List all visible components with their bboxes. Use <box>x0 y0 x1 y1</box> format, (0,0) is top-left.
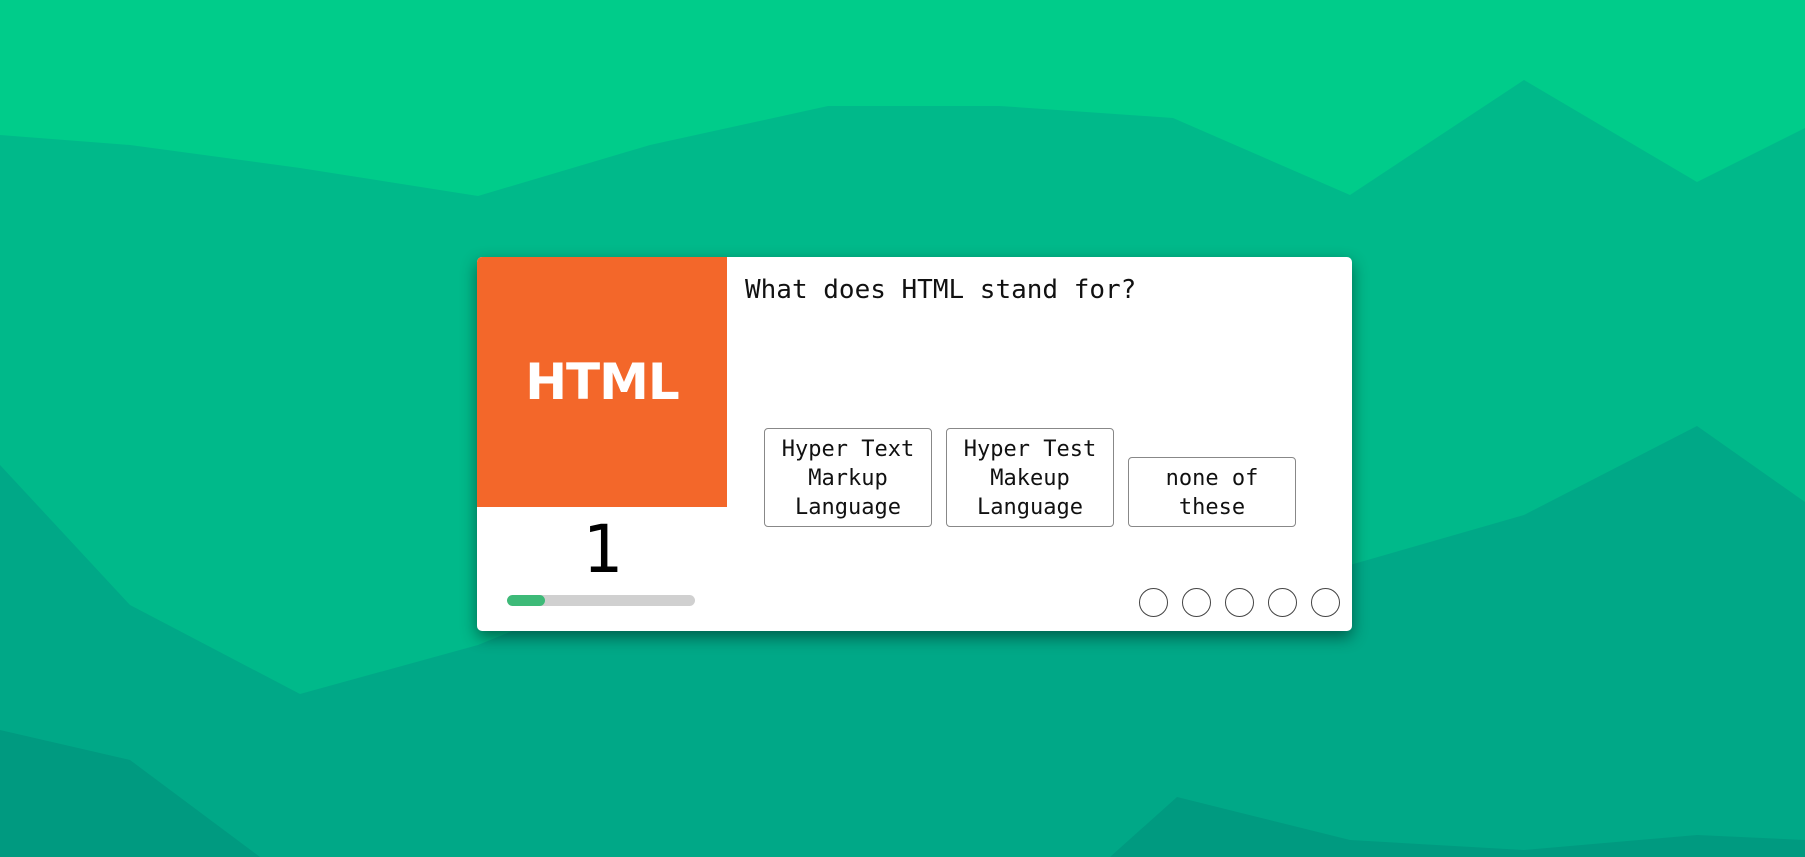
status-dot <box>1311 588 1340 617</box>
status-dot <box>1225 588 1254 617</box>
logo-text: HTML <box>525 353 680 411</box>
question-number: 1 <box>582 511 622 588</box>
question-text: What does HTML stand for? <box>745 275 1137 305</box>
status-dot <box>1268 588 1297 617</box>
answer-option-1[interactable]: Hyper Text Markup Language <box>764 428 932 527</box>
html-logo: HTML <box>477 257 727 507</box>
quiz-card: HTML 1 What does HTML stand for? Hyper T… <box>477 257 1352 631</box>
answer-option-2[interactable]: Hyper Test Makeup Language <box>946 428 1114 527</box>
progress-fill <box>507 595 545 606</box>
quiz-screen: HTML 1 What does HTML stand for? Hyper T… <box>0 0 1805 857</box>
status-dot <box>1139 588 1168 617</box>
answer-option-3[interactable]: none of these <box>1128 457 1296 527</box>
status-dots <box>1139 588 1340 617</box>
status-dot <box>1182 588 1211 617</box>
progress-bar <box>507 595 695 606</box>
answer-options: Hyper Text Markup Language Hyper Test Ma… <box>764 425 1296 527</box>
